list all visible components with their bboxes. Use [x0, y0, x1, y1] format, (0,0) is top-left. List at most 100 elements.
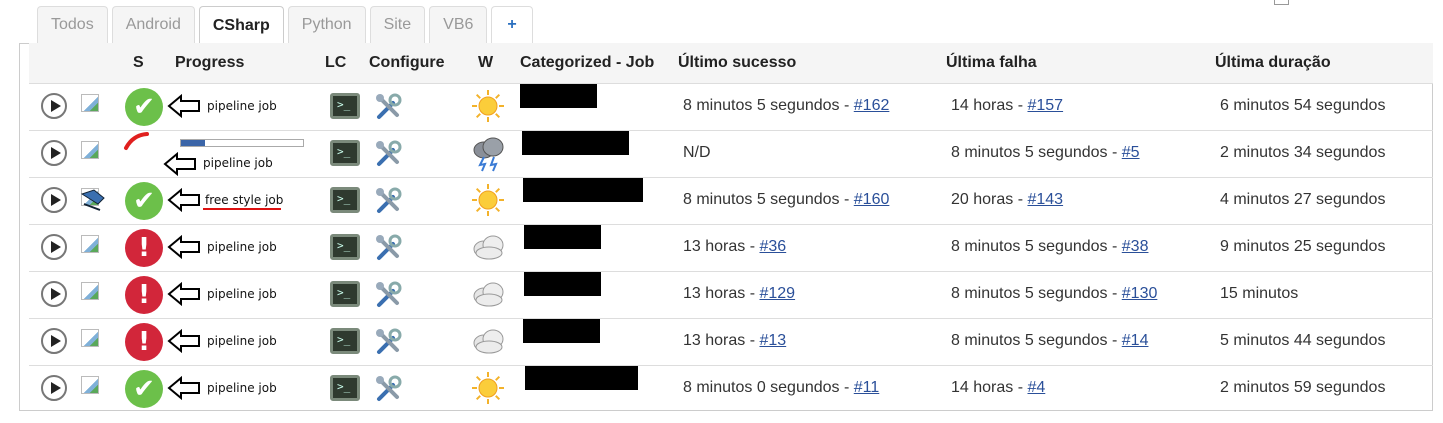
schedule-build-button[interactable] [41, 187, 67, 213]
job-type-label: pipeline job [207, 381, 277, 395]
last-success-cell: 13 horas - #129 [683, 285, 795, 303]
tab-vb6[interactable]: VB6 [429, 6, 488, 43]
last-success-build-link[interactable]: #36 [759, 238, 786, 255]
notification-icon [80, 188, 106, 217]
last-failure-cell: 14 horas - #4 [951, 379, 1045, 397]
schedule-build-button[interactable] [41, 375, 67, 401]
tab-python[interactable]: Python [287, 6, 366, 43]
last-failure-text: 8 minutos 5 segundos - [951, 285, 1122, 302]
left-arrow-icon [167, 93, 201, 123]
schedule-build-button[interactable] [41, 234, 67, 260]
last-success-cell: 8 minutos 5 segundos - #160 [683, 191, 889, 209]
tab-android[interactable]: Android [111, 6, 195, 43]
job-type-label: pipeline job [203, 156, 273, 170]
col-configure[interactable]: Configure [369, 54, 445, 72]
last-failure-build-link[interactable]: #157 [1027, 97, 1063, 114]
console-output-icon[interactable]: >_ [330, 281, 360, 307]
configure-tools-icon[interactable] [373, 279, 403, 314]
console-output-icon[interactable]: >_ [330, 93, 360, 119]
last-failure-text: 8 minutos 5 segundos - [951, 238, 1122, 255]
last-success-text: 13 horas - [683, 238, 760, 255]
last-duration-cell: 6 minutos 54 segundos [1220, 97, 1386, 114]
last-failure-text: 8 minutos 5 segundos - [951, 332, 1122, 349]
last-failure-build-link[interactable]: #5 [1122, 144, 1140, 161]
storm-icon [470, 135, 506, 178]
last-success-text: 13 horas - [683, 285, 760, 302]
broken-image-icon [81, 329, 99, 347]
last-success-build-link[interactable]: #162 [854, 97, 890, 114]
cloudy-icon [470, 276, 506, 319]
success-status-icon: ✔ [125, 370, 163, 408]
broken-image-icon [81, 376, 99, 394]
build-progress-bar[interactable] [180, 139, 304, 147]
last-failure-build-link[interactable]: #4 [1027, 379, 1045, 396]
redacted-job-name[interactable] [523, 319, 600, 343]
schedule-build-button[interactable] [41, 93, 67, 119]
col-last-failure[interactable]: Última falha [946, 54, 1037, 72]
last-failure-build-link[interactable]: #130 [1122, 285, 1158, 302]
running-spinner-icon [123, 131, 153, 156]
configure-tools-icon[interactable] [373, 91, 403, 126]
col-lc[interactable]: LC [325, 54, 346, 72]
schedule-build-button[interactable] [41, 328, 67, 354]
last-success-text: 8 minutos 5 segundos - [683, 191, 854, 208]
last-success-build-link[interactable]: #160 [854, 191, 890, 208]
redacted-job-name[interactable] [524, 272, 601, 296]
configure-tools-icon[interactable] [373, 373, 403, 408]
left-arrow-icon [167, 375, 201, 405]
job-type-label: free style job [205, 193, 284, 207]
last-success-build-link[interactable]: #11 [854, 379, 880, 396]
schedule-build-button[interactable] [41, 281, 67, 307]
schedule-build-button[interactable] [41, 140, 67, 166]
last-success-build-link[interactable]: #13 [759, 332, 786, 349]
last-duration-cell: 2 minutos 59 segundos [1220, 379, 1386, 396]
redacted-job-name[interactable] [520, 84, 597, 108]
last-success-cell: 13 horas - #36 [683, 238, 786, 256]
left-arrow-icon [167, 187, 201, 217]
col-last-success[interactable]: Último sucesso [678, 54, 796, 72]
col-job[interactable]: Categorized - Job [520, 54, 654, 72]
last-success-text: 8 minutos 0 segundos - [683, 379, 854, 396]
failure-status-icon: ! [125, 276, 163, 314]
last-success-text: 13 horas - [683, 332, 760, 349]
configure-tools-icon[interactable] [373, 185, 403, 220]
col-weather[interactable]: W [478, 54, 493, 72]
last-failure-build-link[interactable]: #143 [1027, 191, 1063, 208]
console-output-icon[interactable]: >_ [330, 140, 360, 166]
success-status-icon: ✔ [125, 88, 163, 126]
console-output-icon[interactable]: >_ [330, 328, 360, 354]
last-success-text: 8 minutos 5 segundos - [683, 97, 854, 114]
broken-image-icon [81, 235, 99, 253]
checkbox-corner[interactable] [1274, 0, 1289, 5]
red-underline [203, 208, 281, 210]
console-output-icon[interactable]: >_ [330, 234, 360, 260]
last-failure-build-link[interactable]: #14 [1122, 332, 1149, 349]
configure-tools-icon[interactable] [373, 326, 403, 361]
last-failure-build-link[interactable]: #38 [1122, 238, 1149, 255]
add-view-tab[interactable]: + [491, 6, 533, 43]
job-type-label: pipeline job [207, 287, 277, 301]
last-failure-cell: 8 minutos 5 segundos - #14 [951, 332, 1148, 350]
console-output-icon[interactable]: >_ [330, 375, 360, 401]
build-progress-fill [181, 140, 206, 146]
last-failure-text: 20 horas - [951, 191, 1028, 208]
last-success-cell: N/D [683, 144, 711, 162]
col-last-duration[interactable]: Última duração [1215, 54, 1331, 72]
configure-tools-icon[interactable] [373, 232, 403, 267]
configure-tools-icon[interactable] [373, 138, 403, 173]
redacted-job-name[interactable] [524, 225, 601, 249]
last-success-build-link[interactable]: #129 [759, 285, 795, 302]
last-failure-cell: 8 minutos 5 segundos - #5 [951, 144, 1140, 162]
last-failure-text: 14 horas - [951, 379, 1028, 396]
tab-csharp[interactable]: CSharp [198, 6, 284, 45]
redacted-job-name[interactable] [525, 366, 638, 390]
col-status[interactable]: S [133, 54, 144, 72]
tab-todos[interactable]: Todos [37, 6, 108, 43]
cloudy-icon [470, 323, 506, 366]
tab-site[interactable]: Site [369, 6, 426, 43]
col-progress[interactable]: Progress [175, 54, 244, 72]
redacted-job-name[interactable] [523, 178, 643, 202]
last-duration-cell: 4 minutos 27 segundos [1220, 191, 1386, 208]
console-output-icon[interactable]: >_ [330, 187, 360, 213]
redacted-job-name[interactable] [522, 131, 629, 155]
